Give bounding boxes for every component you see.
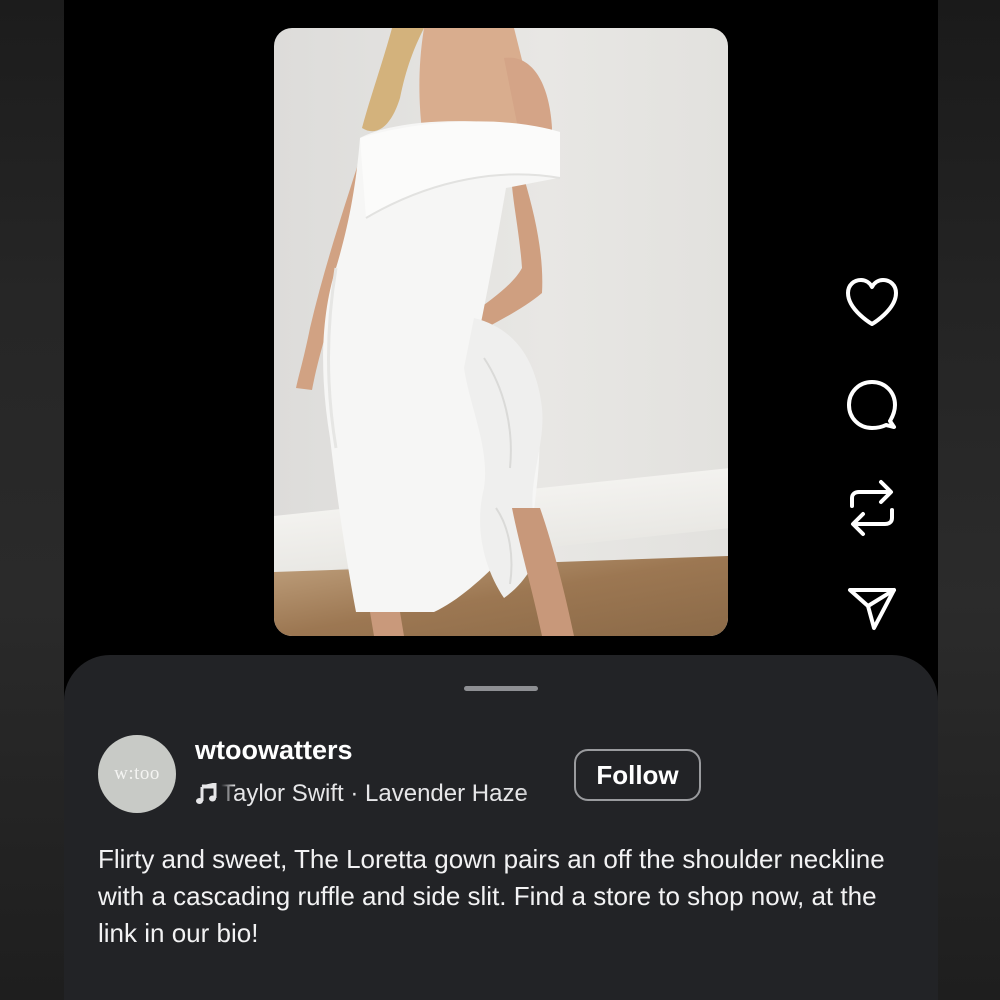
share-button[interactable] xyxy=(840,578,904,638)
blurred-background-left xyxy=(0,0,64,1000)
username[interactable]: wtoowatters xyxy=(195,735,353,766)
model-in-white-dress-image xyxy=(296,28,574,636)
sheet-drag-handle[interactable] xyxy=(464,686,538,691)
avatar-logo-text: w:too xyxy=(114,763,160,784)
music-track-label: Taylor Swift · Lavender Haze xyxy=(221,780,528,807)
post-details-sheet: w:too wtoowatters Taylor Swift · Lavende… xyxy=(64,655,938,1000)
post-caption: Flirty and sweet, The Loretta gown pairs… xyxy=(98,844,885,948)
comment-button[interactable] xyxy=(840,375,904,435)
screen: w:too wtoowatters Taylor Swift · Lavende… xyxy=(0,0,1000,1000)
share-icon xyxy=(848,588,896,630)
repost-icon xyxy=(850,480,894,536)
blurred-background-right xyxy=(938,0,1000,1000)
app-window: w:too wtoowatters Taylor Swift · Lavende… xyxy=(64,0,938,1000)
avatar[interactable]: w:too xyxy=(98,735,176,813)
follow-button[interactable]: Follow xyxy=(574,749,701,801)
heart-icon xyxy=(846,278,898,326)
like-button[interactable] xyxy=(840,272,904,332)
comment-icon xyxy=(847,380,897,430)
music-note-icon xyxy=(196,783,217,804)
video-player[interactable] xyxy=(274,28,728,636)
repost-button[interactable] xyxy=(840,478,904,538)
music-track[interactable]: Taylor Swift · Lavender Haze xyxy=(195,779,547,809)
